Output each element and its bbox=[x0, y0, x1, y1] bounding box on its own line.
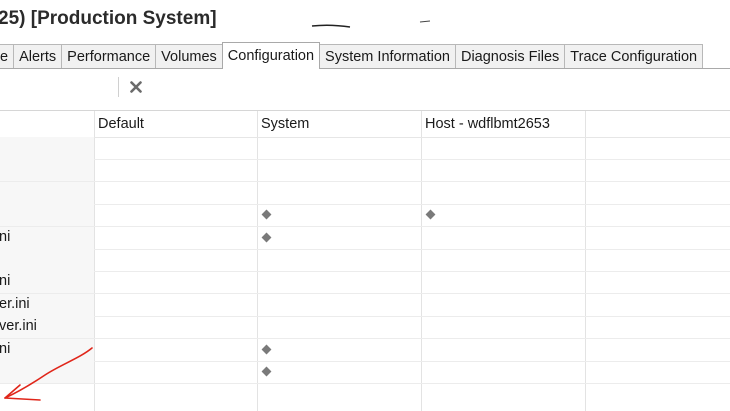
parameter-name-cell[interactable] bbox=[0, 181, 94, 204]
tab-overview[interactable]: e bbox=[0, 44, 15, 68]
system-value-marker bbox=[261, 366, 272, 377]
toolbar-separator bbox=[118, 77, 119, 97]
parameter-name: er.ini bbox=[0, 295, 30, 312]
tab-alerts[interactable]: Alerts bbox=[13, 44, 63, 68]
tab-trace-configuration[interactable]: Trace Configuration bbox=[564, 44, 704, 68]
grid-header: Default System Host - wdflbmt2653 bbox=[0, 111, 730, 138]
parameter-name: ver.ini bbox=[0, 318, 37, 335]
parameter-name: ni bbox=[0, 228, 11, 245]
parameter-name-cell[interactable]: ni bbox=[0, 226, 94, 249]
table-row[interactable]: ver.ini bbox=[0, 316, 730, 340]
tab-configuration[interactable]: Configuration bbox=[221, 42, 321, 69]
redaction-scribble bbox=[311, 20, 431, 28]
table-row[interactable] bbox=[0, 159, 730, 183]
table-row[interactable]: ni bbox=[0, 271, 730, 295]
parameter-name-cell[interactable]: ver.ini bbox=[0, 316, 94, 339]
system-value-marker bbox=[261, 344, 272, 355]
table-row[interactable] bbox=[0, 204, 730, 228]
tab-performance[interactable]: Performance bbox=[61, 44, 157, 68]
clear-filter-button[interactable] bbox=[126, 77, 146, 97]
column-header-system[interactable]: System bbox=[261, 116, 309, 132]
host-value-marker bbox=[425, 209, 436, 220]
table-row[interactable]: ni bbox=[0, 226, 730, 250]
configuration-grid: Default System Host - wdflbmt2653 ni ni er… bbox=[0, 110, 730, 411]
tab-bar: e Alerts Performance Volumes Configurati… bbox=[0, 41, 730, 69]
column-header-default[interactable]: Default bbox=[98, 116, 144, 132]
system-value-marker bbox=[261, 232, 272, 243]
table-row[interactable] bbox=[0, 361, 730, 384]
tab-volumes[interactable]: Volumes bbox=[155, 44, 223, 68]
close-icon bbox=[130, 81, 142, 93]
tab-system-information[interactable]: System Information bbox=[319, 44, 456, 68]
parameter-name-cell[interactable] bbox=[0, 249, 94, 271]
parameter-name: ni bbox=[0, 273, 11, 290]
table-row[interactable]: ni bbox=[0, 338, 730, 362]
table-row[interactable] bbox=[0, 249, 730, 272]
system-value-marker bbox=[261, 209, 272, 220]
annotation-arrow bbox=[4, 347, 93, 401]
parameter-name-cell[interactable] bbox=[0, 159, 94, 182]
table-row[interactable] bbox=[0, 181, 730, 205]
parameter-name-cell[interactable] bbox=[0, 137, 94, 159]
title-bar: 25) [Production System] bbox=[0, 0, 730, 40]
column-header-host[interactable]: Host - wdflbmt2653 bbox=[425, 116, 550, 132]
parameter-name-cell[interactable]: ni bbox=[0, 271, 94, 294]
parameter-name-cell[interactable]: er.ini bbox=[0, 293, 94, 316]
table-row[interactable] bbox=[0, 137, 730, 160]
window-title: 25) [Production System] bbox=[0, 8, 217, 29]
tab-diagnosis-files[interactable]: Diagnosis Files bbox=[454, 44, 566, 68]
parameter-name-cell[interactable] bbox=[0, 204, 94, 227]
table-row[interactable]: er.ini bbox=[0, 293, 730, 317]
toolbar bbox=[0, 69, 730, 107]
